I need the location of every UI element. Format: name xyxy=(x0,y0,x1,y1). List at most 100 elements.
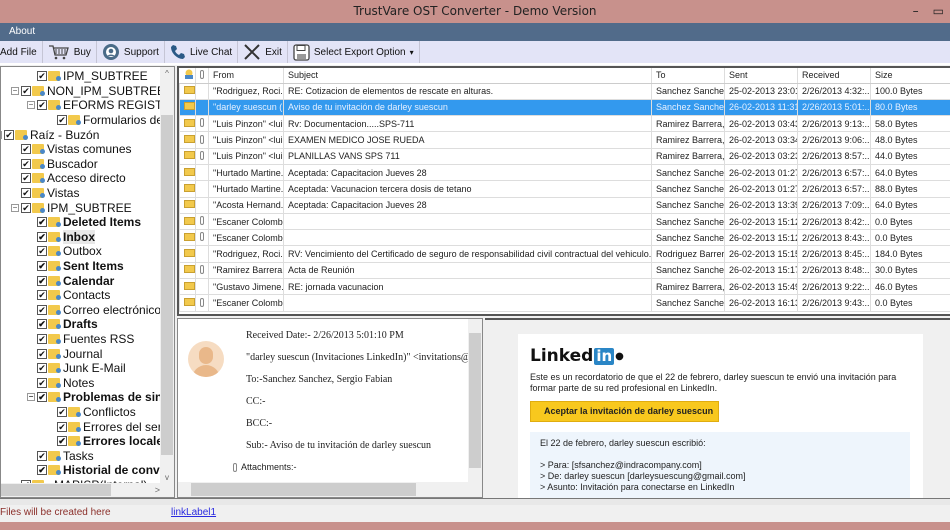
scroll-thumb[interactable] xyxy=(1,484,111,496)
message-row[interactable]: "Hurtado Martine... Aceptada: Vacunacion … xyxy=(179,180,950,198)
tree-item[interactable]: ✔ Contacts xyxy=(37,288,110,303)
message-row[interactable]: "Rodriguez, Roci... RE: Cotizacion de ele… xyxy=(179,82,950,100)
column-from[interactable]: From xyxy=(208,68,284,84)
checkbox[interactable]: ✔ xyxy=(57,407,67,418)
tree-item[interactable]: ✔ Drafts xyxy=(37,317,98,332)
scroll-thumb[interactable] xyxy=(161,115,173,455)
checkbox[interactable]: ✔ xyxy=(37,363,47,374)
tree-item[interactable]: ✔ Tasks xyxy=(37,449,94,464)
tree-vertical-scrollbar[interactable]: ^ v xyxy=(160,67,174,485)
tree-item[interactable]: ✔ Errores locales xyxy=(57,434,161,449)
exit-button[interactable]: Exit xyxy=(238,41,288,63)
tree-item[interactable]: ✔ Calendar xyxy=(37,273,114,288)
checkbox[interactable]: ✔ xyxy=(37,261,47,272)
collapse-icon[interactable]: − xyxy=(11,203,19,212)
column-size[interactable]: Size xyxy=(870,68,950,84)
checkbox[interactable]: ✔ xyxy=(21,188,31,199)
checkbox[interactable]: ✔ xyxy=(37,71,47,82)
checkbox[interactable]: ✔ xyxy=(37,377,47,388)
collapse-icon[interactable]: − xyxy=(27,393,35,402)
checkbox[interactable]: ✔ xyxy=(57,436,67,447)
checkbox[interactable]: ✔ xyxy=(37,231,47,242)
tree-item[interactable]: − ✔ NON_IPM_SUBTREE xyxy=(11,84,161,99)
message-row[interactable]: "Gustavo Jimene... RE: jornada vacunacion… xyxy=(179,278,950,296)
checkbox[interactable]: ✔ xyxy=(37,334,47,345)
message-row[interactable]: "Luis Pinzon" <lui... PLANILLAS VANS SPS … xyxy=(179,147,950,165)
column-sent[interactable]: Sent xyxy=(724,68,798,84)
tree-item[interactable]: ✔ Fuentes RSS xyxy=(37,332,134,347)
tree-item[interactable]: ✔ Junk E-Mail xyxy=(37,361,126,376)
column-read-status[interactable] xyxy=(179,68,196,84)
tree-item[interactable]: ✔ Deleted Items xyxy=(37,215,141,230)
checkbox[interactable]: ✔ xyxy=(37,275,47,286)
tree-item[interactable]: ✔ Conflictos xyxy=(57,405,136,420)
checkbox[interactable]: ✔ xyxy=(21,173,31,184)
message-row[interactable]: "Ramirez Barrera,...Acta de ReuniónSanch… xyxy=(179,261,950,280)
add-file-button[interactable]: Add File xyxy=(0,41,43,63)
message-row[interactable]: "Escaner Colomb... Sanchez Sanche... 26-02… xyxy=(179,294,950,312)
tree-item[interactable]: ✔ Outbox xyxy=(37,244,102,259)
preview-vertical-scrollbar[interactable] xyxy=(468,319,482,483)
checkbox[interactable]: ✔ xyxy=(37,392,47,403)
scroll-right-icon[interactable]: > xyxy=(155,483,160,497)
checkbox[interactable]: ✔ xyxy=(4,129,14,140)
menu-about[interactable]: About xyxy=(9,26,35,37)
checkbox[interactable]: ✔ xyxy=(37,217,47,228)
tree-item[interactable]: ✔ Inbox xyxy=(37,229,95,245)
column-subject[interactable]: Subject xyxy=(283,68,652,84)
tree-item[interactable]: ✔ Journal xyxy=(37,346,102,361)
tree-item[interactable]: ✔ Vistas xyxy=(21,186,79,201)
tree-item[interactable]: ✔ Vistas comunes xyxy=(21,142,132,157)
tree-item[interactable]: −✔ Problemas de sincronización xyxy=(27,390,161,405)
tree-item[interactable]: ✔ Acceso directo xyxy=(21,171,126,186)
message-row[interactable]: "darley suescun (... Aviso de tu invitaci… xyxy=(179,98,950,117)
checkbox[interactable]: ✔ xyxy=(37,465,47,476)
checkbox[interactable]: ✔ xyxy=(37,290,47,301)
checkbox[interactable]: ✔ xyxy=(37,100,47,111)
tree-item[interactable]: ✔ Historial de conversaciones xyxy=(37,463,161,478)
collapse-icon[interactable]: − xyxy=(11,86,19,95)
tree-item[interactable]: −✔ EFORMS REGISTRY xyxy=(27,98,161,113)
message-row[interactable]: "Escaner Colomb... Sanchez Sanche... 26-02… xyxy=(179,229,950,247)
accept-invitation-button[interactable]: Aceptar la invitación de darley suescun xyxy=(530,401,719,422)
checkbox[interactable]: ✔ xyxy=(37,246,47,257)
tree-item[interactable]: ✔ Buscador xyxy=(21,157,98,172)
tree-item[interactable]: ✔ Correo electrónico no deseado xyxy=(37,303,161,318)
message-row[interactable]: "Luis Pinzon" <lui... EXAMEN MEDICO JOSE … xyxy=(179,131,950,149)
message-row[interactable]: "Escaner Colomb... Sanchez Sanche... 26-02… xyxy=(179,212,950,231)
select-export-option-button[interactable]: Select Export Option ▾ xyxy=(288,41,420,63)
column-attachment[interactable] xyxy=(195,68,209,84)
checkbox[interactable]: ✔ xyxy=(37,319,47,330)
tree-item[interactable]: ✔ IPM_SUBTREE xyxy=(37,69,148,84)
tree-item[interactable]: ✔ Errores del servidor xyxy=(57,419,161,434)
checkbox[interactable]: ✔ xyxy=(21,202,31,213)
checkbox[interactable]: ✔ xyxy=(57,115,67,126)
preview-horizontal-scrollbar[interactable] xyxy=(178,482,482,497)
message-row[interactable]: "Rodriguez, Roci... RV: Vencimiento del C… xyxy=(179,245,950,263)
collapse-icon[interactable]: − xyxy=(1,130,2,139)
minimize-button[interactable]: – xyxy=(913,0,919,23)
checkbox[interactable]: ✔ xyxy=(37,450,47,461)
tree-horizontal-scrollbar[interactable]: > xyxy=(1,483,174,497)
support-button[interactable]: Support xyxy=(97,41,165,63)
maximize-button[interactable]: ▭ xyxy=(933,0,944,23)
live-chat-button[interactable]: Live Chat xyxy=(165,41,239,63)
tree-item[interactable]: ✔ Notes xyxy=(37,376,94,391)
checkbox[interactable]: ✔ xyxy=(37,304,47,315)
column-received[interactable]: Received xyxy=(797,68,871,84)
checkbox[interactable]: ✔ xyxy=(37,348,47,359)
message-row[interactable]: "Luis Pinzon" <lui... Rv: Documentacion..… xyxy=(179,115,950,133)
checkbox[interactable]: ✔ xyxy=(57,421,67,432)
message-row[interactable]: "Hurtado Martine... Aceptada: Capacitacio… xyxy=(179,163,950,182)
message-row[interactable]: "Acosta Hernand... Aceptada: Capacitacion… xyxy=(179,196,950,214)
collapse-icon[interactable]: − xyxy=(27,101,35,110)
output-path-link[interactable]: linkLabel1 xyxy=(171,507,216,518)
scroll-up-icon[interactable]: ^ xyxy=(160,67,174,81)
tree-item[interactable]: ✔ Formularios de organización xyxy=(57,113,161,128)
checkbox[interactable]: ✔ xyxy=(21,144,31,155)
scroll-thumb[interactable] xyxy=(469,333,481,468)
checkbox[interactable]: ✔ xyxy=(21,85,31,96)
column-to[interactable]: To xyxy=(651,68,725,84)
scroll-thumb[interactable] xyxy=(191,483,416,496)
checkbox[interactable]: ✔ xyxy=(21,158,31,169)
